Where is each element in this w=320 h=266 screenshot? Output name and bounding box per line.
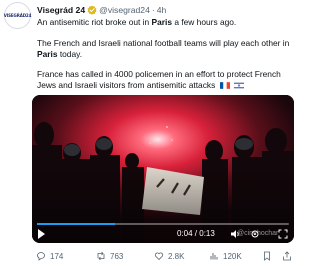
bookmark-button[interactable]	[262, 251, 276, 261]
video-progress-bar[interactable]	[37, 223, 289, 225]
like-button[interactable]: 2.8K	[154, 251, 184, 261]
tweet-timestamp[interactable]: 4h	[157, 5, 167, 15]
video-progress-fill	[37, 223, 116, 225]
tweet[interactable]: VISEGRÁD24 Visegrád 24 @visegrad24 · 4h …	[0, 0, 300, 266]
views-count: 120K	[223, 251, 242, 261]
repost-count: 763	[110, 251, 124, 261]
play-icon[interactable]	[38, 229, 45, 239]
reply-count: 174	[50, 251, 64, 261]
avatar-logo-text: VISEGRÁD24	[3, 13, 32, 18]
bookmark-icon	[264, 251, 270, 261]
video-time: 0:04 / 0:13	[177, 229, 215, 238]
verified-badge-icon	[87, 5, 97, 15]
reply-button[interactable]: 174	[36, 251, 63, 261]
author-name[interactable]: Visegrád 24	[37, 5, 85, 15]
tweet-text-paragraph2: The French and Israeli national football…	[37, 38, 297, 59]
separator-dot: ·	[151, 5, 155, 15]
tweet-text-paragraph3: France has called in 4000 policemen in a…	[37, 69, 297, 90]
text-segment: France has called in 4000 policemen in a…	[37, 69, 281, 90]
tweet-actions: 174 763 2.8K 120K	[32, 251, 294, 263]
fullscreen-icon[interactable]	[278, 229, 288, 239]
video-controls: 0:04 / 0:13 @cinehochar	[32, 221, 294, 243]
share-button[interactable]	[282, 251, 296, 261]
avatar[interactable]: VISEGRÁD24	[4, 2, 31, 29]
views-button[interactable]: 120K	[209, 251, 242, 261]
tweet-text-line1: An antisemitic riot broke out in Paris a…	[37, 17, 297, 28]
views-icon	[210, 253, 218, 260]
video-player[interactable]: 0:04 / 0:13 @cinehochar	[32, 95, 294, 243]
repost-button[interactable]: 763	[96, 251, 123, 261]
reply-icon	[37, 252, 45, 261]
like-count: 2.8K	[168, 251, 185, 261]
like-icon	[154, 252, 164, 261]
flag-israel-icon	[233, 81, 244, 89]
flag-france-icon	[219, 81, 230, 89]
text-bold-segment: Paris	[151, 17, 173, 27]
text-segment: today.	[57, 48, 83, 59]
video-watermark: @cinehochar	[237, 230, 279, 237]
author-handle[interactable]: @visegrad24	[99, 5, 150, 15]
text-segment: An antisemitic riot broke out in	[37, 17, 152, 27]
text-bold-segment: Paris	[37, 48, 58, 59]
text-segment: a few hours ago.	[172, 17, 237, 27]
text-segment: The French and Israeli national football…	[37, 38, 290, 48]
repost-icon	[97, 251, 105, 261]
tweet-header: Visegrád 24 @visegrad24 · 4h	[37, 5, 166, 15]
share-icon	[283, 251, 291, 261]
